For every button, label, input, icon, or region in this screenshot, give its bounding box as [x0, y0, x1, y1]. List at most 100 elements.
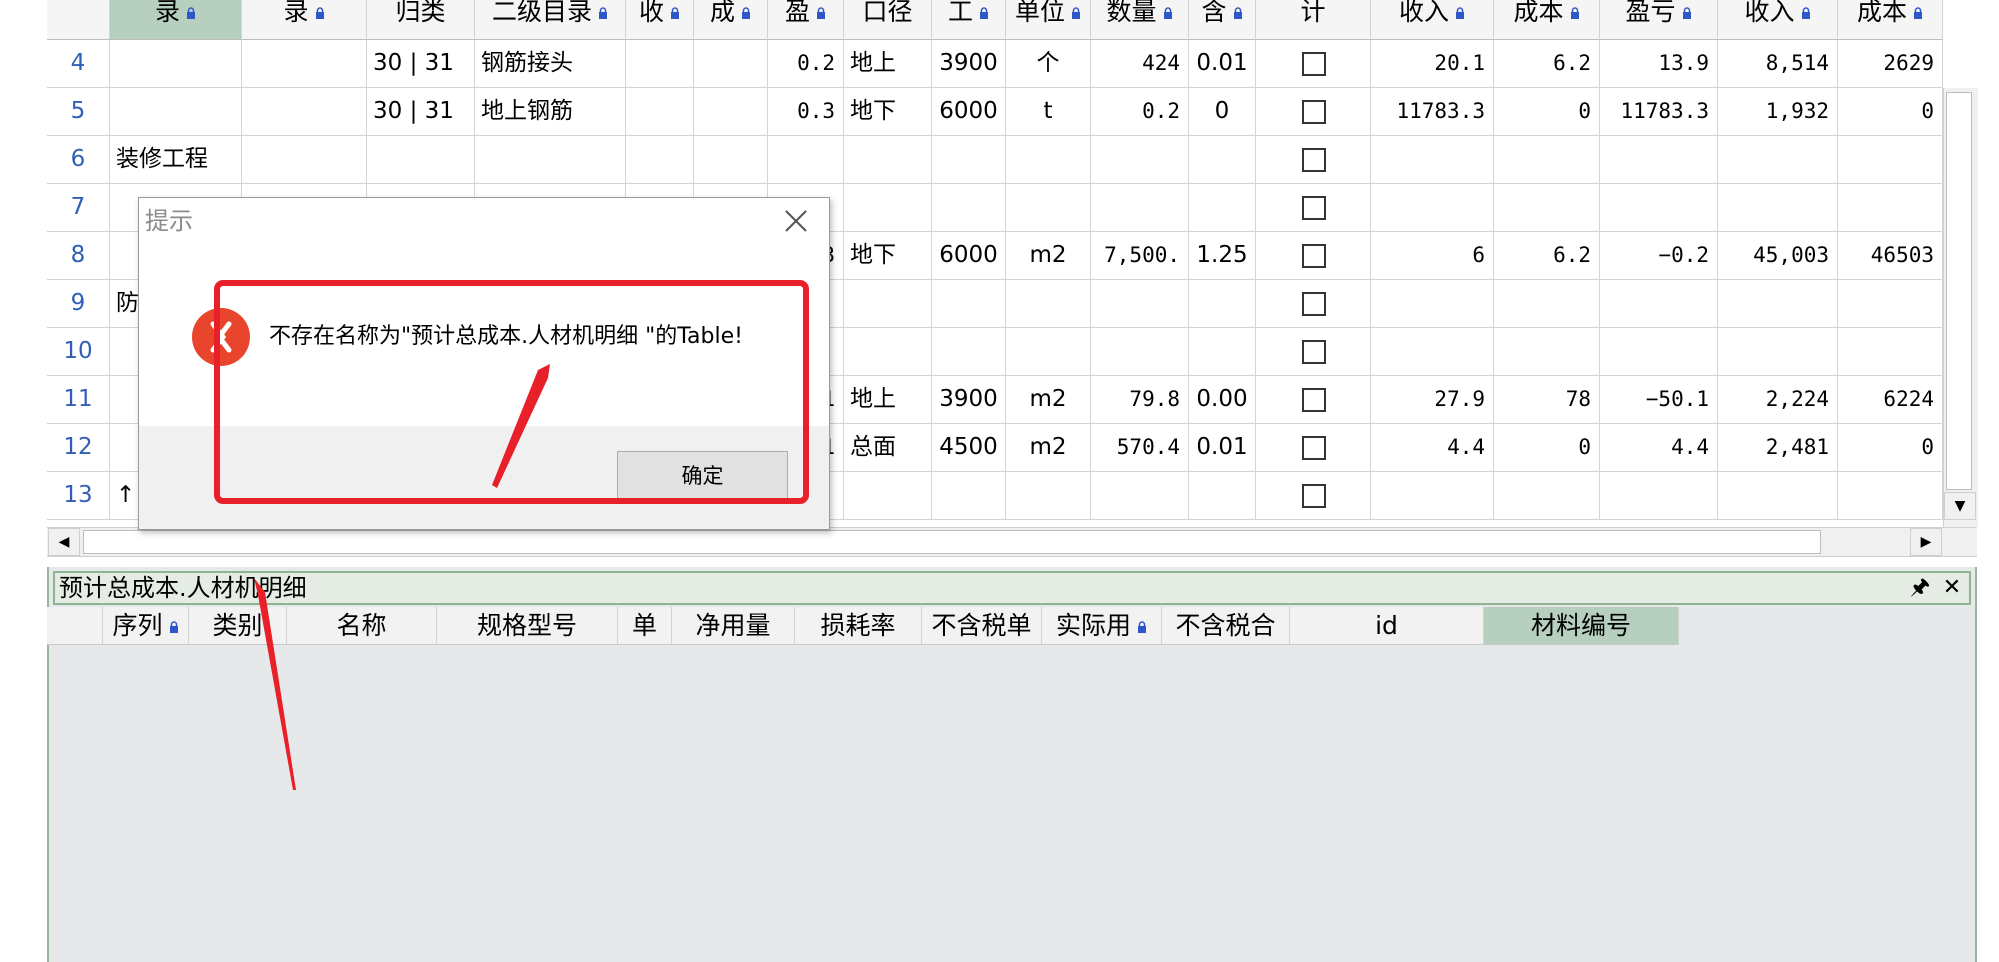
- column-header-kj[interactable]: 口径: [844, 0, 932, 40]
- table-cell[interactable]: [1494, 280, 1600, 328]
- table-cell[interactable]: [844, 184, 932, 232]
- table-cell[interactable]: [1838, 328, 1943, 376]
- table-cell[interactable]: 570.4: [1091, 424, 1189, 472]
- table-cell[interactable]: 地下: [844, 88, 932, 136]
- table-cell[interactable]: 0: [1494, 88, 1600, 136]
- close-panel-icon[interactable]: ✕: [1938, 574, 1966, 602]
- table-cell[interactable]: [1006, 328, 1091, 376]
- table-cell[interactable]: [1006, 280, 1091, 328]
- table-cell[interactable]: 4.4: [1600, 424, 1718, 472]
- column-header-name[interactable]: 二级目录: [475, 0, 626, 40]
- scroll-left-button[interactable]: ◀: [48, 528, 80, 556]
- table-cell[interactable]: [1718, 280, 1838, 328]
- table-cell[interactable]: [1189, 184, 1256, 232]
- detail-column-header[interactable]: id: [1290, 607, 1484, 645]
- table-cell[interactable]: [1091, 328, 1189, 376]
- table-cell[interactable]: [932, 328, 1006, 376]
- column-header-unit[interactable]: 单位: [1006, 0, 1091, 40]
- table-cell[interactable]: 2629: [1838, 40, 1943, 88]
- row-number[interactable]: 5: [47, 88, 110, 136]
- table-cell[interactable]: [932, 280, 1006, 328]
- table-cell[interactable]: 0.01: [1189, 424, 1256, 472]
- detail-column-header[interactable]: 净用量: [672, 607, 795, 645]
- detail-header-blank[interactable]: [47, 607, 103, 645]
- horizontal-scrollbar-thumb[interactable]: [83, 530, 1821, 554]
- row-checkbox-cell[interactable]: [1256, 88, 1371, 136]
- table-cell[interactable]: [932, 184, 1006, 232]
- checkbox[interactable]: [1301, 340, 1326, 364]
- table-cell[interactable]: 0.01: [1189, 40, 1256, 88]
- row-number[interactable]: 9: [47, 280, 110, 328]
- table-cell[interactable]: [1189, 328, 1256, 376]
- table-cell[interactable]: [1091, 184, 1189, 232]
- table-cell[interactable]: 1.25: [1189, 232, 1256, 280]
- table-cell[interactable]: [932, 136, 1006, 184]
- table-cell[interactable]: [1494, 328, 1600, 376]
- column-header-cost1[interactable]: 成本: [1494, 0, 1600, 40]
- row-checkbox-cell[interactable]: [1256, 376, 1371, 424]
- detail-column-header[interactable]: 单: [618, 607, 672, 645]
- table-cell[interactable]: 地上钢筋: [475, 88, 626, 136]
- table-cell[interactable]: 8,514: [1718, 40, 1838, 88]
- table-cell[interactable]: 1,932: [1718, 88, 1838, 136]
- column-header-chk[interactable]: 计: [1256, 0, 1371, 40]
- table-cell[interactable]: 0.3: [768, 88, 844, 136]
- detail-column-header[interactable]: 实际用: [1042, 607, 1162, 645]
- table-cell[interactable]: [1371, 472, 1494, 520]
- row-number[interactable]: 8: [47, 232, 110, 280]
- detail-column-header[interactable]: 不含税单: [922, 607, 1042, 645]
- table-cell[interactable]: −50.1: [1600, 376, 1718, 424]
- vertical-scrollbar-thumb[interactable]: [1946, 92, 1972, 490]
- table-cell[interactable]: [1718, 472, 1838, 520]
- column-header-cheng[interactable]: 成: [694, 0, 768, 40]
- column-header-gong[interactable]: 工: [932, 0, 1006, 40]
- table-cell[interactable]: m2: [1006, 424, 1091, 472]
- row-checkbox-cell[interactable]: [1256, 472, 1371, 520]
- table-cell[interactable]: 0: [1838, 424, 1943, 472]
- row-checkbox-cell[interactable]: [1256, 424, 1371, 472]
- column-header-qty[interactable]: 数量: [1091, 0, 1189, 40]
- table-cell[interactable]: 20.1: [1371, 40, 1494, 88]
- table-cell[interactable]: [1838, 280, 1943, 328]
- column-header-cls[interactable]: 归类: [367, 0, 475, 40]
- detail-column-header[interactable]: 材料编号: [1484, 607, 1679, 645]
- table-cell[interactable]: 0: [1838, 88, 1943, 136]
- table-cell[interactable]: 27.9: [1371, 376, 1494, 424]
- table-cell[interactable]: 3900: [932, 40, 1006, 88]
- table-cell[interactable]: [1600, 280, 1718, 328]
- table-cell[interactable]: [768, 136, 844, 184]
- table-cell[interactable]: [367, 136, 475, 184]
- table-cell[interactable]: [844, 280, 932, 328]
- table-cell[interactable]: 78: [1494, 376, 1600, 424]
- table-cell[interactable]: 30 | 31: [367, 40, 475, 88]
- table-cell[interactable]: 地下: [844, 232, 932, 280]
- checkbox[interactable]: [1301, 436, 1326, 460]
- table-cell[interactable]: [1371, 136, 1494, 184]
- table-cell[interactable]: [1189, 280, 1256, 328]
- table-cell[interactable]: [1091, 136, 1189, 184]
- table-cell[interactable]: t: [1006, 88, 1091, 136]
- scroll-down-button[interactable]: ▼: [1944, 492, 1976, 520]
- table-cell[interactable]: [110, 40, 242, 88]
- detail-column-header[interactable]: 不含税合: [1162, 607, 1290, 645]
- detail-column-header[interactable]: 规格型号: [437, 607, 618, 645]
- row-number[interactable]: 10: [47, 328, 110, 376]
- row-checkbox-cell[interactable]: [1256, 40, 1371, 88]
- pin-icon[interactable]: 🖈: [1906, 574, 1934, 602]
- table-cell[interactable]: 30 | 31: [367, 88, 475, 136]
- table-cell[interactable]: [1718, 184, 1838, 232]
- checkbox[interactable]: [1301, 196, 1326, 220]
- table-cell[interactable]: 总面: [844, 424, 932, 472]
- checkbox[interactable]: [1301, 148, 1326, 172]
- row-checkbox-cell[interactable]: [1256, 136, 1371, 184]
- checkbox[interactable]: [1301, 484, 1326, 508]
- table-cell[interactable]: [1494, 136, 1600, 184]
- table-cell[interactable]: 6224: [1838, 376, 1943, 424]
- ok-button[interactable]: 确定: [617, 451, 788, 501]
- column-header-ying[interactable]: 盈: [768, 0, 844, 40]
- row-number[interactable]: 12: [47, 424, 110, 472]
- scroll-right-button[interactable]: ▶: [1910, 528, 1942, 556]
- table-cell[interactable]: 0: [1494, 424, 1600, 472]
- table-cell[interactable]: 4500: [932, 424, 1006, 472]
- detail-column-header[interactable]: 名称: [287, 607, 437, 645]
